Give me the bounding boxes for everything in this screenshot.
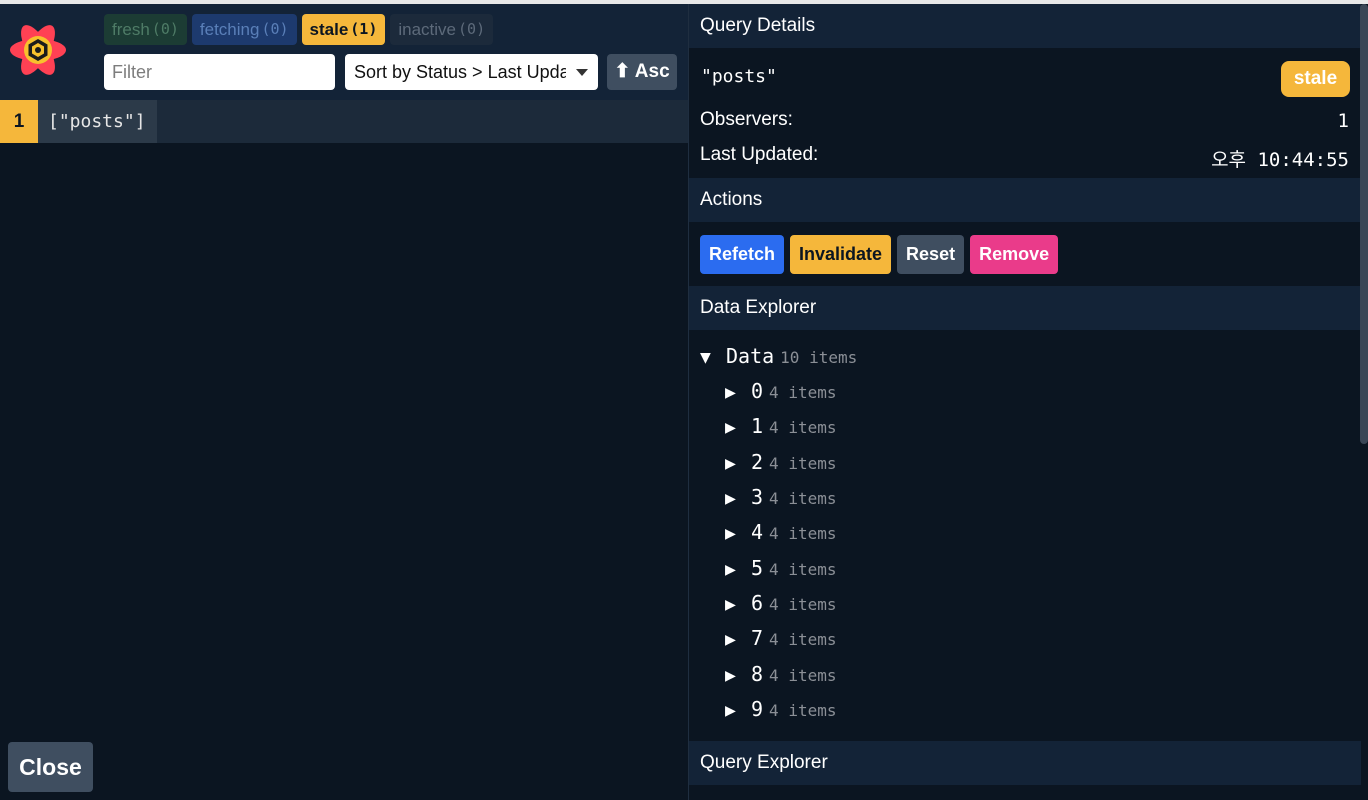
invalidate-button[interactable]: Invalidate (790, 235, 892, 274)
filter-fresh-count: (0) (151, 20, 179, 38)
refetch-button[interactable]: Refetch (700, 235, 785, 274)
triangle-down-icon: ▼ (700, 347, 711, 368)
tree-root-data[interactable]: ▼ Data 10 items (700, 344, 857, 368)
filter-fresh-label: fresh (112, 20, 150, 39)
filter-fetching[interactable]: fetching (0) (191, 14, 297, 45)
tree-item-count: 4 items (769, 524, 837, 543)
filter-fresh[interactable]: fresh (0) (104, 14, 187, 45)
sort-direction-button[interactable]: ⬆ Asc (607, 54, 677, 90)
detail-query-key: "posts" (701, 66, 777, 87)
filter-inactive-count: (0) (458, 20, 486, 38)
tree-item-count: 4 items (769, 701, 837, 720)
status-badge: stale (1281, 61, 1350, 97)
tree-item-count: 4 items (769, 595, 837, 614)
query-observer-count: 1 (0, 100, 38, 143)
tree-item-count: 4 items (769, 454, 837, 473)
triangle-right-icon: ▶ (725, 453, 736, 474)
react-query-logo-icon[interactable] (6, 18, 70, 82)
query-key: ["posts"] (38, 100, 157, 143)
triangle-right-icon: ▶ (725, 382, 736, 403)
reset-button[interactable]: Reset (897, 235, 965, 274)
tree-item-key: 3 (751, 485, 764, 509)
tree-item[interactable]: ▶ 1 4 items (725, 414, 836, 438)
tree-item-count: 4 items (769, 489, 837, 508)
query-details-title: Query Details (689, 4, 1361, 48)
query-row[interactable]: 1 ["posts"] (0, 100, 688, 143)
tree-item-key: 4 (751, 520, 764, 544)
last-updated-label: Last Updated: (700, 144, 819, 165)
tree-item-key: 7 (751, 626, 764, 650)
tree-item-key: 0 (751, 379, 764, 403)
triangle-right-icon: ▶ (725, 629, 736, 650)
filter-input[interactable] (104, 54, 335, 90)
filter-stale[interactable]: stale (1) (301, 14, 386, 45)
triangle-right-icon: ▶ (725, 488, 736, 509)
tree-item-key: 2 (751, 450, 764, 474)
triangle-right-icon: ▶ (725, 594, 736, 615)
tree-item-key: 8 (751, 662, 764, 686)
filter-fetching-label: fetching (199, 20, 260, 39)
tree-item-key: 5 (751, 556, 764, 580)
tree-item-key: 9 (751, 697, 764, 721)
details-scrollbar[interactable] (1360, 4, 1368, 444)
tree-item[interactable]: ▶ 4 4 items (725, 520, 836, 544)
tree-item[interactable]: ▶ 9 4 items (725, 697, 836, 721)
tree-item[interactable]: ▶ 7 4 items (725, 626, 836, 650)
triangle-right-icon: ▶ (725, 523, 736, 544)
tree-item-key: 6 (751, 591, 764, 615)
remove-button[interactable]: Remove (970, 235, 1059, 274)
chevron-down-icon (576, 69, 588, 76)
tree-item[interactable]: ▶ 6 4 items (725, 591, 836, 615)
filter-stale-label: stale (309, 20, 349, 39)
actions-title: Actions (689, 178, 1361, 222)
filter-inactive-label: inactive (398, 20, 457, 39)
triangle-right-icon: ▶ (725, 417, 736, 438)
triangle-right-icon: ▶ (725, 665, 736, 686)
tree-root-label: Data (726, 344, 775, 368)
triangle-right-icon: ▶ (725, 700, 736, 721)
filter-fetching-count: (0) (261, 20, 289, 38)
tree-item-key: 1 (751, 414, 764, 438)
query-explorer-title: Query Explorer (689, 741, 1361, 785)
observers-label: Observers: (700, 109, 793, 130)
tree-item-count: 4 items (769, 418, 837, 437)
status-filter-chips: fresh (0) fetching (0) stale (1) inactiv… (104, 14, 494, 45)
actions-group: Refetch Invalidate Reset Remove (700, 235, 1059, 274)
sort-select[interactable]: Sort by Status > Last Updated (345, 54, 598, 90)
tree-item[interactable]: ▶ 3 4 items (725, 485, 836, 509)
tree-item-count: 4 items (769, 630, 837, 649)
filter-stale-count: (1) (350, 20, 378, 38)
tree-item-count: 4 items (769, 560, 837, 579)
sort-select-label: Sort by Status > Last Updated (354, 62, 566, 82)
filter-inactive[interactable]: inactive (0) (390, 14, 494, 45)
tree-item-count: 4 items (769, 383, 837, 402)
query-list-panel: fresh (0) fetching (0) stale (1) inactiv… (0, 4, 688, 800)
triangle-right-icon: ▶ (725, 559, 736, 580)
tree-item[interactable]: ▶ 8 4 items (725, 662, 836, 686)
query-list-header: fresh (0) fetching (0) stale (1) inactiv… (0, 4, 688, 100)
tree-item[interactable]: ▶ 2 4 items (725, 450, 836, 474)
observers-value: 1 (1337, 110, 1349, 132)
tree-item-count: 4 items (769, 666, 837, 685)
tree-item[interactable]: ▶ 5 4 items (725, 556, 836, 580)
query-details-panel: Query Details "posts" stale Observers: 1… (688, 4, 1368, 800)
tree-root-count: 10 items (780, 348, 858, 367)
data-explorer-title: Data Explorer (689, 286, 1361, 330)
tree-item[interactable]: ▶ 0 4 items (725, 379, 836, 403)
close-button[interactable]: Close (8, 742, 93, 792)
last-updated-value: 오후 10:44:55 (1211, 149, 1349, 171)
